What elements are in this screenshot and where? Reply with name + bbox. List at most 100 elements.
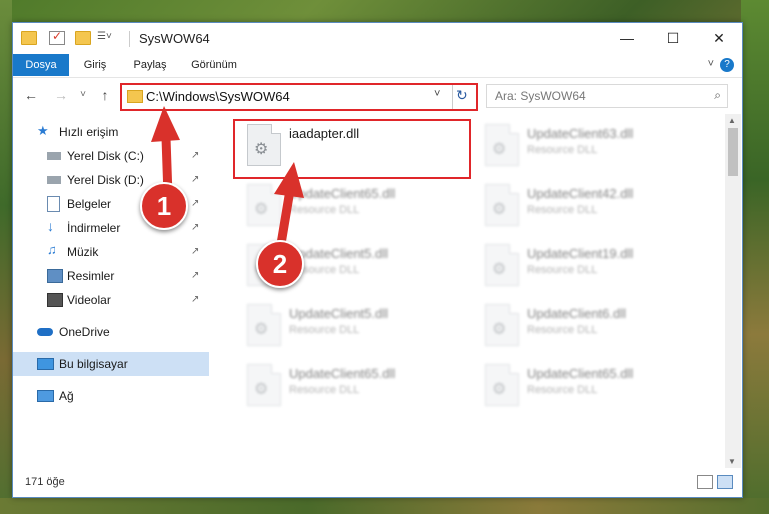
expand-ribbon-icon[interactable]: ˅ (708, 58, 714, 70)
pin-icon[interactable]: ↗ (191, 198, 199, 209)
search-placeholder: Ara: SysWOW64 (495, 89, 586, 103)
search-icon[interactable]: ⌕ (714, 88, 721, 103)
sidebar-item-onedrive[interactable]: OneDrive (13, 320, 209, 344)
forward-icon[interactable]: → (53, 87, 69, 103)
file-type: Resource DLL (527, 324, 598, 336)
drive-icon (47, 152, 61, 160)
tab-dosya[interactable]: Dosya (13, 54, 69, 76)
file-name: UpdateClient6.dll (527, 306, 627, 321)
sidebar-item-music[interactable]: ♫ Müzik ↗ (13, 240, 209, 264)
sidebar-item-label: Belgeler (67, 197, 112, 211)
sidebar-item-pictures[interactable]: Resimler ↗ (13, 264, 209, 288)
file-name: UpdateClient65.dll (527, 366, 634, 381)
scroll-thumb[interactable] (728, 128, 738, 176)
sidebar-item-label: İndirmeler (67, 221, 121, 235)
tab-giris[interactable]: Giriş (73, 54, 117, 76)
folder-icon[interactable] (21, 31, 37, 45)
cloud-icon (37, 328, 53, 336)
list-item[interactable]: ⚙ UpdateClient6.dll Resource DLL (473, 300, 693, 354)
gear-icon: ⚙ (492, 261, 507, 278)
pin-icon[interactable]: ↗ (191, 150, 199, 161)
tab-paylas[interactable]: Paylaş (125, 54, 175, 76)
properties-icon[interactable] (49, 29, 65, 45)
list-item[interactable]: ⚙ UpdateClient65.dll Resource DLL (473, 360, 693, 414)
scroll-up-icon[interactable]: ▲ (728, 116, 736, 125)
gear-icon: ⚙ (492, 201, 507, 218)
list-item[interactable]: ⚙ UpdateClient65.dll Resource DLL (235, 180, 455, 234)
recent-locations-icon[interactable]: ˅ (75, 87, 91, 103)
sidebar-item-label: Yerel Disk (C:) (67, 149, 144, 163)
sidebar-item-videos[interactable]: Videolar ↗ (13, 288, 209, 312)
sidebar-item-local-disk-c[interactable]: Yerel Disk (C:) ↗ (13, 144, 209, 168)
list-item[interactable]: ⚙ UpdateClient65.dll Resource DLL (235, 360, 455, 414)
scroll-down-icon[interactable]: ▼ (728, 457, 736, 466)
gear-icon: ⚙ (492, 321, 507, 338)
file-name: UpdateClient5.dll (289, 246, 389, 261)
sidebar-item-quick-access[interactable]: ★ Hızlı erişim (13, 120, 209, 144)
sidebar-item-network[interactable]: Ağ (13, 384, 209, 408)
file-name: UpdateClient63.dll (527, 126, 634, 141)
desktop-background (0, 0, 12, 514)
back-icon[interactable]: ← (23, 87, 39, 103)
explorer-window: ☰˅ SysWOW64 — ☐ ✕ Dosya Giriş Paylaş Gör… (12, 22, 743, 498)
file-highlight-box (233, 119, 471, 179)
customize-toolbar-icon[interactable]: ☰˅ (97, 31, 117, 43)
pin-icon[interactable]: ↗ (191, 294, 199, 305)
search-input[interactable]: Ara: SysWOW64 ⌕ (486, 84, 728, 108)
pin-icon[interactable]: ↗ (191, 174, 199, 185)
divider (129, 31, 130, 47)
file-type: Resource DLL (527, 204, 598, 216)
list-item[interactable]: ⚙ UpdateClient19.dll Resource DLL (473, 240, 693, 294)
network-icon (37, 390, 54, 402)
tab-gorunum[interactable]: Görünüm (183, 54, 245, 76)
list-item[interactable]: ⚙ UpdateClient5.dll Resource DLL (235, 300, 455, 354)
desktop-background (741, 0, 769, 514)
new-folder-icon[interactable] (75, 31, 91, 45)
documents-icon (47, 196, 60, 212)
sidebar-item-label: Videolar (67, 293, 111, 307)
videos-icon (47, 293, 63, 307)
up-icon[interactable]: ↑ (97, 87, 113, 103)
divider (452, 85, 453, 109)
dll-file-icon: ⚙ (485, 184, 519, 226)
folder-icon (127, 90, 143, 103)
dll-file-icon: ⚙ (247, 184, 281, 226)
gear-icon: ⚙ (492, 141, 507, 158)
chevron-down-icon[interactable]: ˅ (434, 88, 440, 100)
sidebar-item-label: Yerel Disk (D:) (67, 173, 144, 187)
music-icon: ♫ (47, 242, 57, 257)
minimize-button[interactable]: — (604, 23, 650, 54)
ribbon-tabs: Dosya Giriş Paylaş Görünüm ˅ ? (13, 54, 742, 76)
refresh-icon[interactable]: ↻ (456, 87, 468, 104)
maximize-button[interactable]: ☐ (650, 23, 696, 54)
window-title: SysWOW64 (139, 31, 210, 46)
title-bar: ☰˅ SysWOW64 — ☐ ✕ (13, 23, 742, 54)
dll-file-icon: ⚙ (247, 364, 281, 406)
list-item[interactable]: ⚙ UpdateClient63.dll Resource DLL (473, 120, 693, 174)
file-type: Resource DLL (289, 324, 360, 336)
help-icon[interactable]: ? (720, 58, 734, 72)
large-icons-view-icon[interactable] (717, 475, 733, 489)
file-name: UpdateClient19.dll (527, 246, 634, 261)
address-path[interactable]: C:\Windows\SysWOW64 (146, 89, 290, 104)
details-view-icon[interactable] (697, 475, 713, 489)
vertical-scrollbar[interactable]: ▲ ▼ (725, 114, 741, 468)
pin-icon[interactable]: ↗ (191, 222, 199, 233)
dll-file-icon: ⚙ (485, 364, 519, 406)
list-item[interactable]: ⚙ UpdateClient42.dll Resource DLL (473, 180, 693, 234)
file-type: Resource DLL (289, 384, 360, 396)
dll-file-icon: ⚙ (485, 244, 519, 286)
pictures-icon (47, 269, 63, 283)
pin-icon[interactable]: ↗ (191, 246, 199, 257)
sidebar-item-this-pc[interactable]: Bu bilgisayar (13, 352, 209, 376)
desktop-background (0, 498, 769, 514)
sidebar-item-label: Hızlı erişim (59, 125, 119, 139)
close-button[interactable]: ✕ (696, 23, 742, 54)
gear-icon: ⚙ (492, 381, 507, 398)
pin-icon[interactable]: ↗ (191, 270, 199, 281)
gear-icon: ⚙ (254, 201, 269, 218)
file-name: UpdateClient5.dll (289, 306, 389, 321)
file-type: Resource DLL (289, 204, 360, 216)
address-bar[interactable]: C:\Windows\SysWOW64 ˅ ↻ (120, 83, 478, 111)
sidebar-item-label: OneDrive (59, 325, 110, 339)
